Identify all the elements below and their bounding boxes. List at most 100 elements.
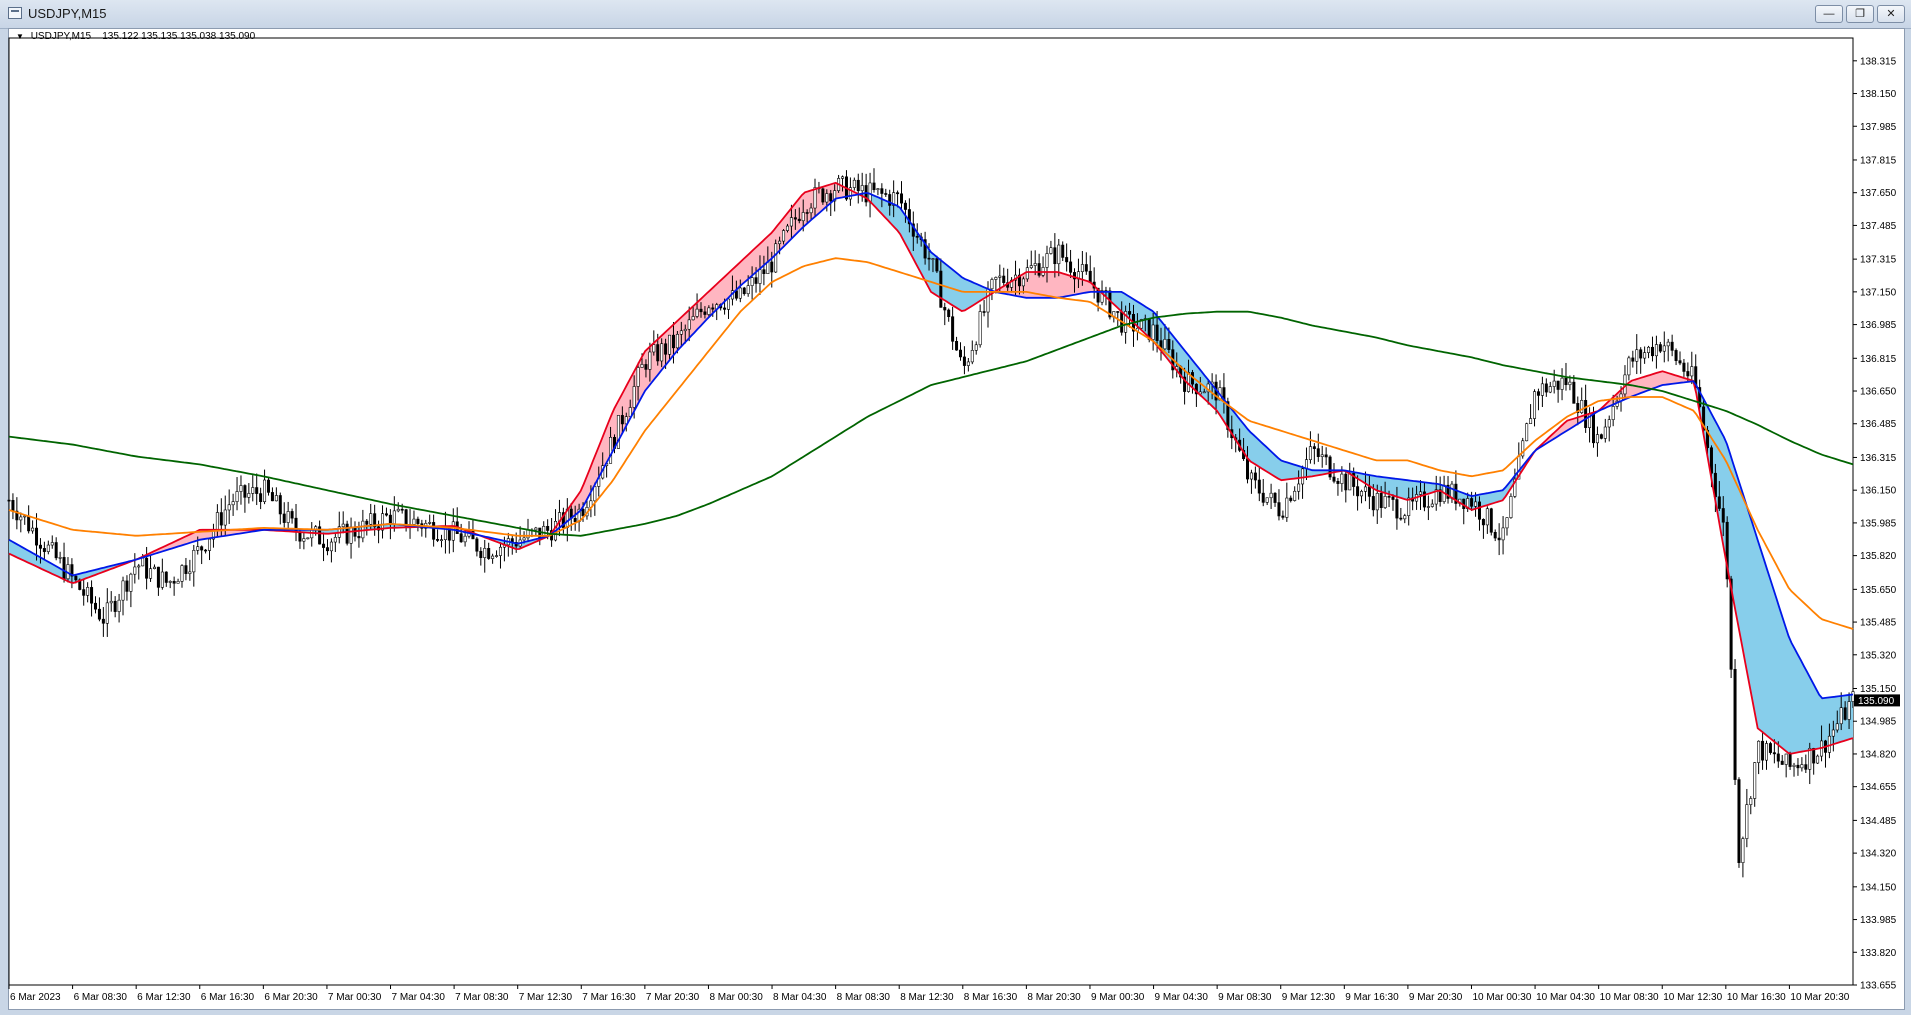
candle-body [1021, 278, 1025, 287]
candle-body [487, 548, 491, 559]
candle-body [1812, 748, 1816, 764]
candle-body [1772, 752, 1776, 755]
x-tick-label: 9 Mar 16:30 [1345, 992, 1399, 1003]
candle-body [404, 509, 408, 527]
candle-body [1835, 723, 1839, 731]
candle-body [1843, 707, 1847, 720]
candle-body [1658, 344, 1662, 352]
candle-body [687, 319, 691, 330]
candle-body [534, 527, 538, 531]
candle-body [671, 334, 675, 349]
candle-body [35, 527, 39, 546]
candle-body [703, 311, 707, 315]
y-tick-label: 137.985 [1860, 122, 1897, 133]
candle-body [1379, 493, 1383, 508]
price-chart[interactable]: 138.315 138.150 137.985 137.815 137.650 137.4… [0, 0, 1911, 1015]
y-tick-label: 133.820 [1860, 948, 1897, 959]
y-tick-label: 134.985 [1860, 717, 1897, 728]
candle-body [1360, 491, 1364, 497]
candle-body [495, 555, 499, 557]
candle-body [1631, 357, 1635, 362]
y-tick-label: 136.485 [1860, 419, 1897, 430]
candle-body [1419, 491, 1423, 495]
candle-body [266, 479, 270, 493]
candle-body [498, 546, 502, 556]
candle-body [42, 548, 46, 552]
candle-body [896, 192, 900, 195]
candle-body [1599, 434, 1603, 439]
candle-body [958, 349, 962, 358]
candle-body [711, 307, 715, 310]
x-tick-label: 10 Mar 00:30 [1472, 992, 1531, 1003]
candle-body [966, 361, 970, 366]
candle-body [1029, 265, 1033, 269]
candle-body [1666, 341, 1670, 347]
candle-body [707, 307, 711, 315]
dropdown-triangle-icon[interactable]: ▼ [16, 32, 24, 41]
x-tick-label: 10 Mar 20:30 [1790, 992, 1849, 1003]
candle-body [121, 580, 125, 601]
candle-body [164, 571, 168, 583]
candle-body [1564, 377, 1568, 386]
candle-body [860, 185, 864, 192]
y-tick-label: 138.315 [1860, 56, 1897, 67]
candle-body [723, 307, 727, 310]
x-tick-label: 10 Mar 16:30 [1727, 992, 1786, 1003]
candle-body [1749, 798, 1753, 805]
candle-body [915, 236, 919, 238]
candle-body [1053, 247, 1057, 265]
candle-body [801, 212, 805, 222]
candle-body [1678, 360, 1682, 364]
x-tick-label: 7 Mar 08:30 [455, 992, 509, 1003]
y-tick-label: 135.320 [1860, 650, 1897, 661]
x-tick-label: 8 Mar 00:30 [709, 992, 763, 1003]
x-tick-label: 6 Mar 08:30 [74, 992, 128, 1003]
candle-body [1808, 748, 1812, 770]
candle-body [1261, 492, 1265, 503]
candle-body [231, 501, 235, 506]
candle-body [1611, 406, 1615, 420]
candle-body [1037, 263, 1041, 276]
candle-body [1796, 764, 1800, 769]
candle-body [546, 525, 550, 531]
x-tick-label: 9 Mar 08:30 [1218, 992, 1272, 1003]
candle-body [1293, 490, 1297, 501]
candle-body [11, 500, 15, 512]
candle-body [149, 568, 153, 579]
candle-body [884, 193, 888, 195]
candle-body [1426, 506, 1430, 508]
y-tick-label: 133.655 [1860, 981, 1897, 992]
candle-body [160, 571, 164, 588]
candle-body [1151, 324, 1155, 340]
candle-body [1356, 486, 1360, 497]
candle-body [785, 225, 789, 231]
candle-body [137, 565, 141, 568]
candle-body [1572, 381, 1576, 404]
candle-body [1800, 764, 1804, 769]
y-tick-label: 133.985 [1860, 915, 1897, 926]
candle-body [1367, 486, 1371, 497]
candle-body [1316, 448, 1320, 457]
candle-body [1552, 380, 1556, 387]
candle-body [184, 565, 188, 574]
candle-body [235, 491, 239, 502]
candle-body [683, 328, 687, 332]
candle-body [1383, 496, 1387, 508]
candle-body [1792, 764, 1796, 767]
chart-info-header: ▼ USDJPY,M15 135.122 135.135 135.038 135… [16, 31, 255, 42]
x-tick-label: 9 Mar 20:30 [1409, 992, 1463, 1003]
candle-body [1804, 764, 1808, 770]
y-tick-label: 134.820 [1860, 749, 1897, 760]
candle-body [105, 602, 109, 624]
candle-body [274, 495, 278, 502]
candle-body [1733, 669, 1737, 780]
candle-body [648, 351, 652, 370]
candle-body [1717, 496, 1721, 509]
candle-body [428, 522, 432, 524]
candle-body [793, 217, 797, 220]
candle-body [1265, 497, 1269, 503]
x-tick-label: 6 Mar 12:30 [137, 992, 191, 1003]
candle-body [1080, 264, 1084, 272]
candle-body [762, 269, 766, 275]
candle-body [1116, 311, 1120, 313]
